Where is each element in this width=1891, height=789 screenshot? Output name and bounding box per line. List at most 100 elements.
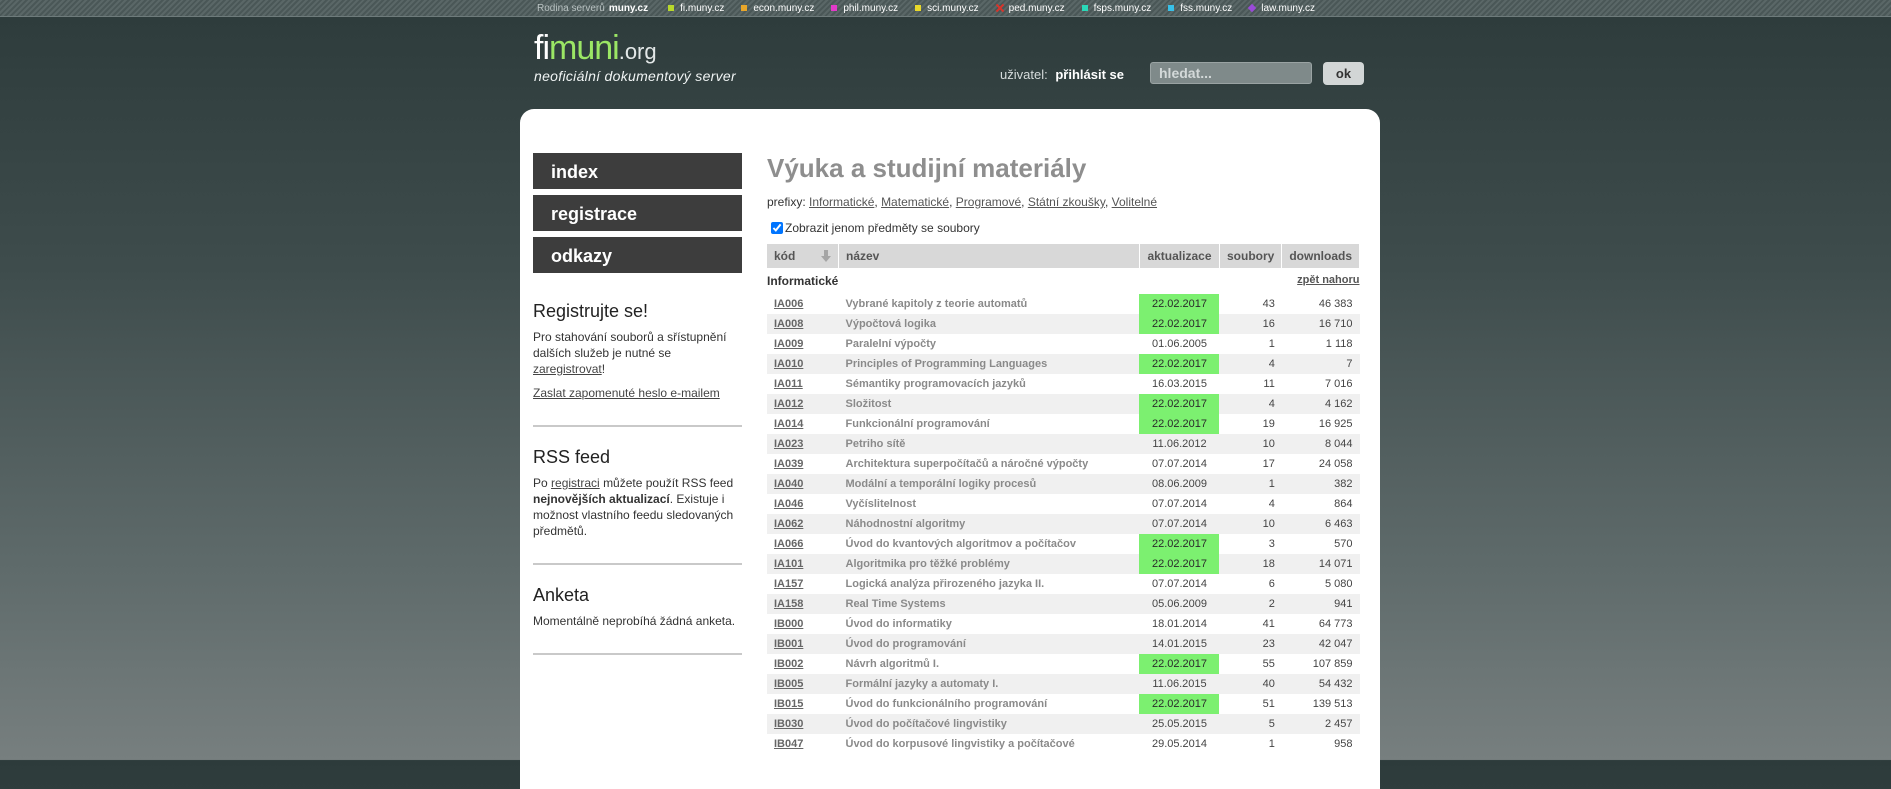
subject-code-link[interactable]: IB002 [774,658,803,670]
subject-code-link[interactable]: IA046 [774,498,803,510]
subject-downloads: 382 [1281,474,1360,494]
subject-name[interactable]: Algoritmika pro těžké problémy [838,554,1140,574]
subject-name[interactable]: Principles of Programming Languages [838,354,1140,374]
subject-name[interactable]: Logická analýza přirozeného jazyka II. [839,574,1140,594]
site-logo[interactable]: fimuni.org neoficiální dokumentový serve… [534,30,736,84]
nav-registrace[interactable]: registrace [533,195,742,231]
subject-code-link[interactable]: IA101 [774,558,803,570]
subject-name[interactable]: Úvod do kvantových algoritmov a počítačo… [839,534,1140,554]
subject-code-link[interactable]: IB030 [774,718,803,730]
network-site-link[interactable]: fsps.muny.cz [1081,3,1151,14]
subject-name[interactable]: Úvod do korpusové lingvistiky a počítačo… [839,734,1140,754]
subject-name[interactable]: Architektura superpočítačů a náročné výp… [839,454,1140,474]
diamond-icon [1248,3,1257,13]
login-link[interactable]: přihlásit se [1055,67,1124,82]
subject-code-link[interactable]: IA066 [774,538,803,550]
family-brand[interactable]: muny.cz [609,3,648,14]
rss-registration-link[interactable]: registraci [551,476,600,490]
subject-name[interactable]: Úvod do funkcionálního programování [839,694,1140,714]
subject-name[interactable]: Paralelní výpočty [839,334,1140,354]
subject-name[interactable]: Funkcionální programování [839,414,1140,434]
subject-name[interactable]: Vybrané kapitoly z teorie automatů [839,294,1140,314]
subject-code-link[interactable]: IA006 [774,298,803,310]
subject-code-link[interactable]: IA014 [774,418,803,430]
subject-code-link[interactable]: IA012 [774,398,803,410]
subject-code-cell: IA008 [767,314,839,334]
subject-code-cell: IB030 [767,714,839,734]
subject-code-link[interactable]: IB000 [774,618,803,630]
subject-name[interactable]: Složitost [838,394,1140,414]
files-only-filter[interactable]: Zobrazit jenom předměty se soubory [767,221,1360,235]
table-row: IA010 Principles of Programming Languages… [767,354,1360,374]
group-row: Informatické zpět nahoru [767,268,1360,294]
subject-name[interactable]: Úvod do informatiky [839,614,1140,634]
subject-name[interactable]: Výpočtová logika [838,314,1140,334]
network-site-link[interactable]: fss.muny.cz [1168,3,1232,14]
subject-code-link[interactable]: IB001 [774,638,803,650]
subject-updated: 07.07.2014 [1151,578,1208,590]
user-box: uživatel: přihlásit se [1000,67,1124,82]
network-site-link[interactable]: phil.muny.cz [831,3,898,14]
logo-wordmark: fimuni.org [534,30,736,70]
sort-down-icon[interactable] [821,250,831,262]
column-files[interactable]: soubory [1219,244,1283,268]
nav-odkazy[interactable]: odkazy [533,237,742,273]
subject-files: 1 [1268,338,1275,350]
network-site-link[interactable]: law.muny.cz [1248,3,1315,14]
table-row: IA039 Architektura superpočítačů a náročn… [767,454,1360,474]
subject-code-cell: IA066 [767,534,839,554]
subject-code-link[interactable]: IB005 [774,678,803,690]
subject-code-link[interactable]: IB015 [774,698,803,710]
prefix-link[interactable]: Státní zkoušky [1028,195,1105,209]
subject-code-link[interactable]: IA039 [774,458,803,470]
subject-files: 6 [1268,578,1275,590]
back-to-top-link[interactable]: zpět nahoru [1297,274,1359,286]
subject-code-link[interactable]: IA062 [774,518,803,530]
subject-name[interactable]: Petriho sítě [838,434,1140,454]
subject-code-link[interactable]: IA009 [774,338,803,350]
subject-name[interactable]: Úvod do počítačové lingvistiky [838,714,1140,734]
subject-code-link[interactable]: IA158 [774,598,803,610]
nav-index[interactable]: index [533,153,742,189]
subject-downloads: 6 463 [1281,514,1360,534]
subject-code-link[interactable]: IA010 [774,358,803,370]
network-site-link[interactable]: sci.muny.cz [915,3,979,14]
subject-code-link[interactable]: IA011 [774,378,803,390]
subject-code-link[interactable]: IA157 [774,578,803,590]
column-name[interactable]: název [838,244,1140,268]
network-site-link[interactable]: fi.muny.cz [668,3,724,14]
prefix-link[interactable]: Matematické [881,195,949,209]
network-site-link[interactable]: econ.muny.cz [741,3,814,14]
subject-downloads: 42 047 [1281,634,1360,654]
network-site-link[interactable]: ped.muny.cz [996,3,1065,14]
subject-name[interactable]: Sémantiky programovacích jazyků [839,374,1140,394]
subject-name[interactable]: Formální jazyky a automaty I. [838,674,1140,694]
subject-name[interactable]: Úvod do programování [838,634,1140,654]
files-only-checkbox[interactable] [771,222,783,234]
prefix-link[interactable]: Programové [956,195,1021,209]
subject-name[interactable]: Modální a temporální logiky procesů [838,474,1140,494]
prefix-link[interactable]: Volitelné [1112,195,1157,209]
subject-code-link[interactable]: IA023 [774,438,803,450]
column-updated[interactable]: aktualizace [1139,244,1220,268]
search-button[interactable]: ok [1323,62,1364,85]
column-downloads[interactable]: downloads [1281,244,1360,268]
subject-files: 10 [1219,434,1282,454]
forgot-password-link[interactable]: Zaslat zapomenuté heslo e-mailem [533,386,720,400]
register-link[interactable]: zaregistrovat [533,362,602,376]
subject-updated: 07.07.2014 [1139,514,1220,534]
subject-downloads: 4 162 [1281,394,1360,414]
subject-code-link[interactable]: IB047 [774,738,803,750]
table-row: IB005 Formální jazyky a automaty I. 11.06.… [767,674,1360,694]
subject-name[interactable]: Vyčíslitelnost [839,494,1140,514]
register-text: Pro stahování souborů a sřístupnění dalš… [533,329,742,377]
subject-code-link[interactable]: IA040 [774,478,803,490]
subject-code-link[interactable]: IA008 [774,318,803,330]
prefix-link[interactable]: Informatické [809,195,874,209]
search-input[interactable] [1150,62,1312,84]
subject-name[interactable]: Náhodnostní algoritmy [838,514,1140,534]
column-code[interactable]: kód [767,244,839,268]
subject-name[interactable]: Návrh algoritmů I. [839,654,1140,674]
main-content: Výuka a studijní materiály prefixy: Info… [767,153,1360,754]
subject-name[interactable]: Real Time Systems [838,594,1140,614]
